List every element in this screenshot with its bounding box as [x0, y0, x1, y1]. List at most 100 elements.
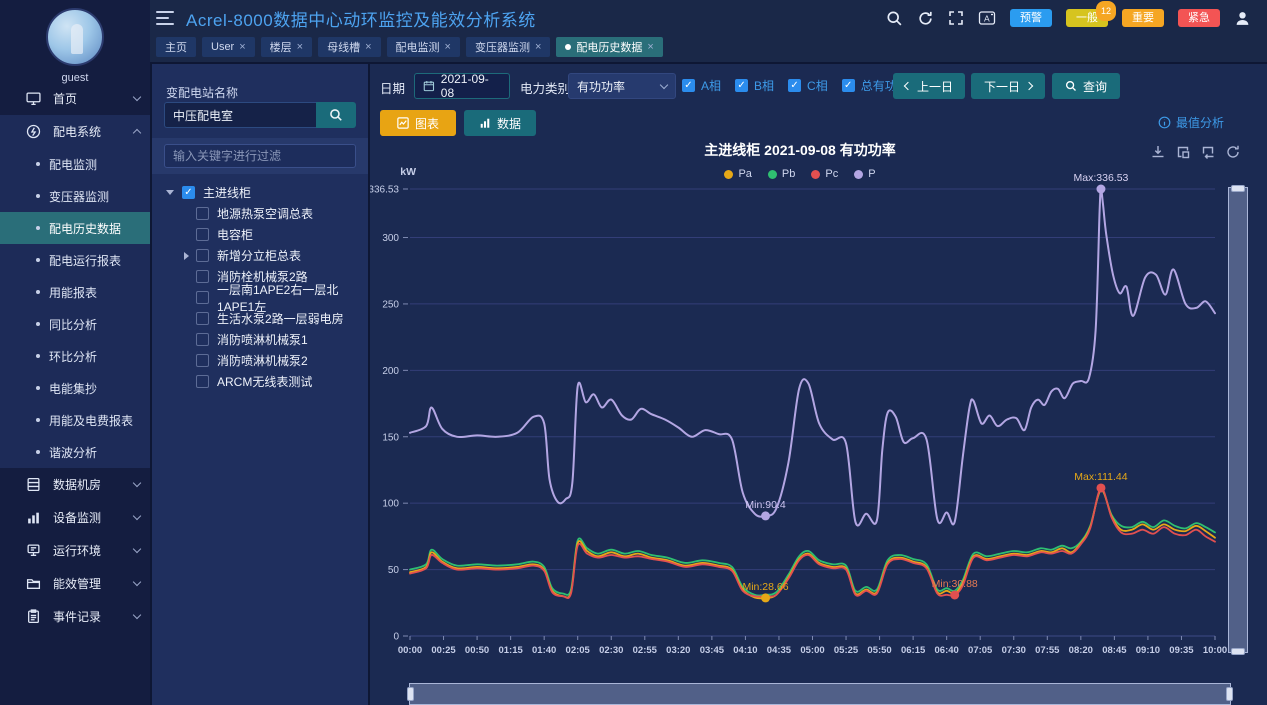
svg-text:Max:336.53: Max:336.53 [1074, 172, 1129, 184]
date-input[interactable]: 2021-09-08 [414, 73, 510, 99]
sidebar-group-device-monitoring[interactable]: 设备监测 [0, 501, 150, 534]
tab-distribution-history[interactable]: 配电历史数据× [556, 37, 662, 57]
alarm-count-badge: 12 [1096, 1, 1116, 21]
tree-node-water-pump[interactable]: 生活水泵2路一层弱电房 [152, 308, 368, 329]
calendar-icon [423, 80, 435, 92]
tree-node-new-cabinet-meter[interactable]: 新增分立柜总表 [152, 245, 368, 266]
tree-node-sprinkler-pump-2[interactable]: 消防喷淋机械泵2 [152, 350, 368, 371]
sidebar-group-event-log[interactable]: 事件记录 [0, 600, 150, 633]
query-button[interactable]: 查询 [1052, 73, 1120, 99]
x-datazoom-slider[interactable] [409, 683, 1231, 705]
checkbox-phase-c[interactable]: ✓C相 [788, 77, 828, 94]
svg-text:0: 0 [393, 632, 399, 643]
checkbox-checked[interactable]: ✓ [182, 186, 195, 199]
close-icon[interactable]: × [445, 41, 451, 53]
alarm-general-button[interactable]: 一般12 [1066, 9, 1108, 27]
sidebar-group-energy-management[interactable]: 能效管理 [0, 567, 150, 600]
tab-home[interactable]: 主页 [156, 37, 196, 57]
search-icon[interactable] [886, 10, 903, 27]
close-icon[interactable]: × [535, 41, 541, 53]
station-input[interactable] [164, 102, 316, 128]
translate-icon[interactable]: A [978, 10, 996, 26]
sidebar-item-energy-report[interactable]: 用能报表 [0, 276, 150, 308]
sidebar-submenu: 配电监测 变压器监测 配电历史数据 配电运行报表 用能报表 同比分析 环比分析 … [0, 148, 150, 468]
avatar[interactable] [46, 8, 104, 66]
clipboard-icon [26, 609, 41, 624]
tree-node-capacitor-cabinet[interactable]: 电容柜 [152, 224, 368, 245]
user-icon[interactable] [1234, 10, 1251, 27]
sidebar-group-environment[interactable]: 运行环境 [0, 534, 150, 567]
caret-right-icon[interactable] [184, 252, 189, 260]
refresh-icon[interactable] [917, 10, 934, 27]
tree-filter-input[interactable] [164, 144, 356, 168]
chart-view-button[interactable]: 图表 [380, 110, 456, 136]
power-system-icon [26, 124, 41, 139]
sidebar-group-home[interactable]: 首页 [0, 82, 150, 115]
tree-node-main-incoming[interactable]: ✓ 主进线柜 [152, 182, 368, 203]
fullscreen-icon[interactable] [948, 10, 964, 26]
sidebar-item-distribution-report[interactable]: 配电运行报表 [0, 244, 150, 276]
station-panel: 变配电站名称 ✓ 主进线柜 地源热泵空调总表 [152, 64, 368, 705]
tab-user[interactable]: User× [202, 37, 255, 57]
alarm-important-button[interactable]: 重要 [1122, 9, 1164, 27]
max-analysis-link[interactable]: 最值分析 [1158, 114, 1224, 131]
svg-text:kW: kW [400, 166, 416, 178]
sidebar-item-yoy-analysis[interactable]: 同比分析 [0, 308, 150, 340]
checkbox[interactable] [196, 291, 209, 304]
checkbox[interactable] [196, 270, 209, 283]
tab-transformer-monitoring[interactable]: 变压器监测× [466, 37, 550, 57]
checkbox[interactable] [196, 354, 209, 367]
svg-text:09:10: 09:10 [1136, 645, 1160, 656]
y-datazoom-slider[interactable] [1228, 187, 1248, 653]
sidebar-group-data-room[interactable]: 数据机房 [0, 468, 150, 501]
sidebar-item-harmonic-analysis[interactable]: 谐波分析 [0, 436, 150, 468]
close-icon[interactable]: × [297, 41, 303, 53]
slider-handle[interactable] [407, 687, 414, 701]
tab-busway[interactable]: 母线槽× [318, 37, 380, 57]
checkbox[interactable] [196, 228, 209, 241]
main-panel: 日期 2021-09-08 电力类别 有功功率 ✓A相 ✓B相 ✓C相 ✓总有功… [370, 64, 1267, 705]
checkbox[interactable] [196, 333, 209, 346]
prev-day-button[interactable]: 上一日 [893, 73, 965, 99]
app-window: guest 首页 配电系统 配电监测 变压器监测 配电历史数据 配电运行报表 用… [0, 0, 1267, 705]
caret-down-icon[interactable] [166, 190, 174, 195]
checkbox[interactable] [196, 375, 209, 388]
tree-node-heat-pump-meter[interactable]: 地源热泵空调总表 [152, 203, 368, 224]
close-icon[interactable]: × [365, 41, 371, 53]
close-icon[interactable]: × [647, 41, 653, 53]
slider-handle[interactable] [1226, 687, 1233, 701]
bar-chart-icon [479, 117, 491, 129]
tree-node-sprinkler-pump-1[interactable]: 消防喷淋机械泵1 [152, 329, 368, 350]
sidebar-item-transformer-monitoring[interactable]: 变压器监测 [0, 180, 150, 212]
tree-node-arcm-wireless-test[interactable]: ARCM无线表测试 [152, 371, 368, 392]
station-search-button[interactable] [316, 102, 356, 128]
sidebar-group-power-distribution[interactable]: 配电系统 [0, 115, 150, 148]
chevron-down-icon [133, 578, 141, 586]
next-day-button[interactable]: 下一日 [971, 73, 1045, 99]
svg-text:336.53: 336.53 [370, 185, 399, 196]
tree-node-floor1-ape[interactable]: 一层南1APE2右一层北1APE1左 [152, 287, 368, 308]
checkbox[interactable] [196, 312, 209, 325]
close-icon[interactable]: × [239, 41, 245, 53]
sidebar-item-distribution-history[interactable]: 配电历史数据 [0, 212, 150, 244]
sidebar-item-meter-reading[interactable]: 电能集抄 [0, 372, 150, 404]
chevron-down-icon [133, 93, 141, 101]
menu-toggle-icon[interactable] [156, 11, 174, 25]
tab-floor[interactable]: 楼层× [261, 37, 312, 57]
sidebar-item-energy-cost-report[interactable]: 用能及电费报表 [0, 404, 150, 436]
data-view-button[interactable]: 数据 [464, 110, 536, 136]
search-icon [329, 108, 343, 122]
tab-distribution-monitoring[interactable]: 配电监测× [387, 37, 460, 57]
slider-handle[interactable] [1231, 185, 1245, 192]
checkbox-phase-a[interactable]: ✓A相 [682, 77, 721, 94]
category-select[interactable]: 有功功率 [568, 73, 676, 99]
sidebar-item-mom-analysis[interactable]: 环比分析 [0, 340, 150, 372]
alarm-critical-button[interactable]: 紧急 [1178, 9, 1220, 27]
alarm-warning-button[interactable]: 预警 [1010, 9, 1052, 27]
checkbox[interactable] [196, 207, 209, 220]
checkbox[interactable] [196, 249, 209, 262]
svg-text:00:25: 00:25 [431, 645, 456, 656]
slider-handle[interactable] [1231, 648, 1245, 655]
sidebar-item-distribution-monitoring[interactable]: 配电监测 [0, 148, 150, 180]
checkbox-phase-b[interactable]: ✓B相 [735, 77, 774, 94]
